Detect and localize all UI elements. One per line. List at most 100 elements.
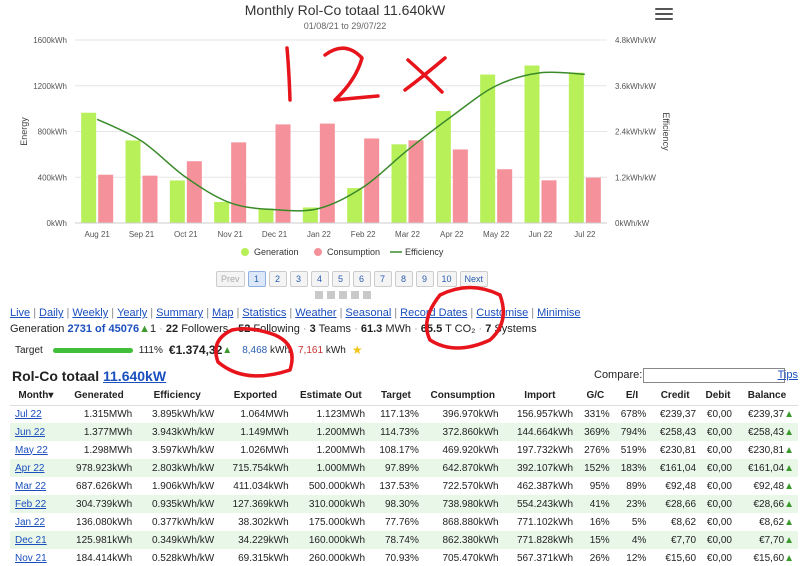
nav-link-summary[interactable]: Summary (156, 307, 203, 319)
table-cell: 197.732kWh (516, 444, 574, 456)
column-header[interactable]: Exported (218, 387, 293, 406)
table-cell: 95% (589, 480, 610, 492)
chart-menu-icon[interactable] (655, 5, 673, 21)
table-cell: 0.935kWh/kW (136, 495, 219, 513)
nav-link-record-dates[interactable]: Record Dates (400, 307, 467, 319)
column-header[interactable]: E/I (613, 387, 651, 406)
month-link[interactable]: Apr 22 (15, 463, 44, 474)
nav-link-yearly[interactable]: Yearly (117, 307, 147, 319)
followers-label[interactable]: Followers (181, 323, 228, 335)
systems-label[interactable]: Systems (494, 323, 536, 335)
month-cell[interactable]: Jun 22 (10, 423, 62, 441)
dot[interactable] (351, 291, 359, 299)
page-button-8[interactable]: 8 (394, 271, 413, 287)
month-link[interactable]: May 22 (15, 445, 48, 456)
page-button-4[interactable]: 4 (310, 271, 329, 287)
nav-link-statistics[interactable]: Statistics (242, 307, 286, 319)
month-link[interactable]: Mar 22 (15, 481, 46, 492)
table-cell: 771.828kWh (502, 531, 578, 549)
nav-link-minimise[interactable]: Minimise (537, 307, 580, 319)
month-link[interactable]: Dec 21 (15, 535, 47, 546)
money-up-icon: ▲ (222, 344, 233, 356)
table-cell: 152% (577, 459, 614, 477)
month-cell[interactable]: Apr 22 (10, 459, 62, 477)
dot[interactable] (339, 291, 347, 299)
bar-consumption (408, 140, 424, 223)
page-button-3[interactable]: 3 (289, 271, 308, 287)
table-cell: 117.13% (380, 408, 419, 420)
column-header[interactable]: Target (369, 387, 423, 406)
month-cell[interactable]: May 22 (10, 441, 62, 459)
column-header[interactable]: Month▾ (10, 387, 62, 406)
nav-link-daily[interactable]: Daily (39, 307, 63, 319)
nav-link-seasonal[interactable]: Seasonal (345, 307, 391, 319)
column-header[interactable]: Balance (735, 387, 798, 406)
page-button-6[interactable]: 6 (352, 271, 371, 287)
teams-label[interactable]: Teams (319, 323, 351, 335)
y2-axis-label: Efficiency (661, 112, 671, 151)
column-header[interactable]: Credit (650, 387, 701, 406)
page-button-7[interactable]: 7 (373, 271, 392, 287)
month-cell[interactable]: Jul 22 (10, 405, 62, 423)
column-header[interactable]: Generated (61, 387, 137, 406)
next-page-button[interactable]: Next (459, 271, 489, 287)
balance-cell: €15,60▲ (753, 552, 795, 564)
month-cell[interactable]: Nov 21 (10, 549, 62, 566)
month-cell[interactable]: Dec 21 (10, 531, 62, 549)
page-button-9[interactable]: 9 (415, 271, 434, 287)
table-cell: 705.470kWh (442, 552, 499, 564)
nav-separator: | (394, 307, 398, 319)
table-cell: 136.080kWh (76, 516, 133, 528)
month-link[interactable]: Jun 22 (15, 427, 45, 438)
column-header[interactable]: Consumption (422, 387, 503, 406)
x-tick-label: Aug 21 (84, 230, 110, 239)
table-cell: 1.026MWh (240, 444, 289, 456)
column-header[interactable]: Estimate Out (292, 387, 370, 406)
dot[interactable] (315, 291, 323, 299)
nav-link-weekly[interactable]: Weekly (72, 307, 108, 319)
chart-title: Monthly Rol-Co totaal 11.640kW (245, 2, 446, 18)
column-header[interactable]: Debit (700, 387, 736, 406)
balance-cell: €7,70▲ (735, 531, 798, 549)
dot[interactable] (363, 291, 371, 299)
table-cell: 23% (613, 495, 651, 513)
table-cell: 304.739kWh (61, 495, 137, 513)
bar-consumption (585, 177, 601, 223)
column-header[interactable]: Efficiency (136, 387, 219, 406)
nav-link-weather[interactable]: Weather (295, 307, 336, 319)
nav-link-customise[interactable]: Customise (476, 307, 528, 319)
page-button-2[interactable]: 2 (268, 271, 287, 287)
tips-link[interactable]: Tips (778, 369, 798, 381)
compare-input[interactable] (643, 368, 785, 383)
column-header[interactable]: Import (502, 387, 578, 406)
rank-link[interactable]: 2731 of 45076 (68, 323, 140, 335)
following-label[interactable]: Following (253, 323, 299, 335)
table-cell: 1.200MWh (316, 444, 366, 456)
month-link[interactable]: Jan 22 (15, 517, 45, 528)
page-button-1[interactable]: 1 (247, 271, 266, 287)
x-tick-label: Oct 21 (174, 230, 198, 239)
system-size-link[interactable]: 11.640kW (103, 368, 166, 384)
month-cell[interactable]: Mar 22 (10, 477, 62, 495)
month-cell[interactable]: Jan 22 (10, 513, 62, 531)
column-header[interactable]: G/C (577, 387, 614, 406)
table-cell: 862.380kWh (422, 531, 503, 549)
table-cell: 469.920kWh (442, 444, 499, 456)
dot[interactable] (327, 291, 335, 299)
table-row: Mar 22 687.626kWh 1.906kWh/kW 411.034kWh 500… (10, 477, 798, 495)
page-button-5[interactable]: 5 (331, 271, 350, 287)
nav-link-map[interactable]: Map (212, 307, 233, 319)
prev-page-button[interactable]: Prev (216, 271, 245, 287)
nav-link-live[interactable]: Live (10, 307, 30, 319)
table-cell: €0,00 (706, 408, 732, 420)
table-row: Jan 22 136.080kWh 0.377kWh/kW 38.302kWh 175.… (10, 513, 798, 531)
y-axis-label: Energy (19, 117, 29, 146)
month-link[interactable]: Feb 22 (15, 499, 46, 510)
month-cell[interactable]: Feb 22 (10, 495, 62, 513)
month-link[interactable]: Nov 21 (15, 553, 47, 564)
balance-cell: €92,48▲ (753, 480, 795, 492)
legend-efficiency: Efficiency (405, 247, 444, 257)
page-button-10[interactable]: 10 (436, 271, 457, 287)
month-link[interactable]: Jul 22 (15, 409, 42, 420)
bar-generation (81, 112, 97, 223)
